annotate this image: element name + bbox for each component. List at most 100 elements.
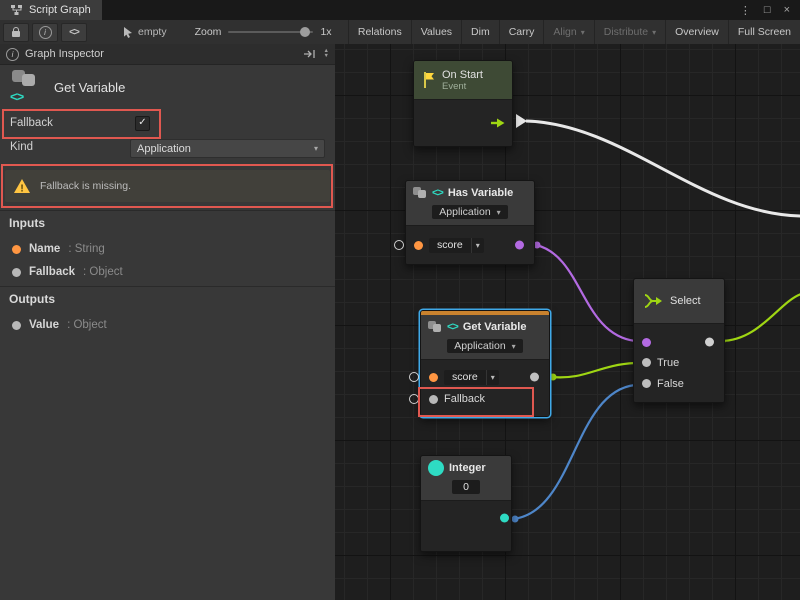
name-input-port[interactable] [429, 373, 438, 382]
string-port-icon [12, 245, 21, 254]
wire-select-output[interactable] [721, 294, 800, 341]
has-variable-kind-dropdown[interactable]: Application ▾ [432, 205, 507, 219]
node-header: On Start Event [414, 61, 512, 99]
graph-canvas[interactable]: On Start Event <> Has Variable [335, 44, 800, 600]
node-has-variable[interactable]: <> Has Variable Application ▾ score ▾ [405, 180, 535, 265]
unconnected-port-ring[interactable] [394, 240, 404, 250]
overview-button[interactable]: Overview [665, 20, 728, 44]
node-get-variable[interactable]: <> Get Variable Application ▾ score ▾ [420, 310, 550, 417]
fallback-port-row: Fallback [429, 388, 541, 410]
variable-icon [428, 321, 442, 334]
maximize-icon[interactable]: □ [764, 4, 771, 16]
node-body [421, 500, 511, 551]
variable-icon: <> [10, 70, 44, 104]
title-bar: Script Graph ⋮ □ × [0, 0, 800, 20]
warning-text: Fallback is missing. [40, 180, 131, 192]
node-integer[interactable]: Integer 0 [420, 455, 512, 552]
chevron-down-icon: ▾ [314, 144, 318, 153]
fallback-input-port[interactable] [429, 395, 438, 404]
unconnected-port-ring[interactable] [409, 394, 419, 404]
variable-name-dropdown[interactable]: score ▾ [429, 238, 484, 253]
zoom-slider-thumb[interactable] [300, 27, 310, 37]
variable-name-dropdown[interactable]: score ▾ [444, 370, 499, 385]
warning-box: ! Fallback is missing. [5, 170, 330, 202]
fallback-toggle-row: Fallback ✓ [0, 114, 335, 134]
zoom-control: Zoom 1x [195, 26, 332, 38]
chevron-down-icon: ▾ [652, 28, 656, 37]
select-icon [643, 293, 663, 309]
dock-icon[interactable] [303, 49, 316, 59]
condition-input-port[interactable] [642, 338, 651, 347]
output-port-row: Value : Object [0, 316, 335, 334]
name-input-port[interactable] [414, 241, 423, 250]
chevron-down-icon: ▾ [581, 28, 585, 37]
node-header: <> Has Variable [406, 181, 534, 205]
wires-layer [335, 44, 800, 600]
inspector-toggle-button[interactable]: i [32, 23, 58, 42]
object-port-icon [12, 268, 21, 277]
unit-title: Get Variable [54, 80, 125, 95]
wire-onstart-exec[interactable] [526, 121, 800, 216]
cursor-icon [123, 26, 133, 38]
selected-unit-header: <> Get Variable [10, 70, 125, 104]
chevron-down-icon: ▾ [497, 208, 501, 217]
integer-value-input[interactable]: 0 [452, 480, 480, 494]
warning-icon: ! [13, 178, 31, 194]
angle-brackets-icon: <> [447, 321, 458, 333]
full-screen-button[interactable]: Full Screen [728, 20, 800, 44]
lock-button[interactable] [3, 23, 29, 42]
check-icon: ✓ [138, 117, 146, 128]
close-icon[interactable]: × [784, 4, 790, 16]
info-icon: i [6, 48, 19, 61]
integer-output-port[interactable] [500, 514, 509, 523]
graph-toolbar: i <> empty Zoom 1x Relations Values Dim … [0, 20, 800, 45]
wire-getvariable-to-select-true[interactable] [551, 363, 635, 377]
wire-hasvariable-to-select-condition[interactable] [536, 245, 635, 341]
angle-brackets-icon: <> [10, 89, 23, 104]
node-body: score ▾ [406, 225, 534, 264]
values-button[interactable]: Values [411, 20, 461, 44]
scroll-down-icon[interactable]: ▼ [324, 54, 329, 59]
integer-icon [428, 460, 444, 476]
relations-button[interactable]: Relations [348, 20, 411, 44]
code-view-button[interactable]: <> [61, 23, 87, 42]
outputs-header: Outputs [9, 292, 55, 306]
zoom-slider[interactable] [228, 31, 313, 33]
info-icon: i [39, 26, 52, 39]
script-graph-tab[interactable]: Script Graph [0, 0, 102, 20]
kind-label: Kind [10, 141, 33, 153]
selection-output-port[interactable] [705, 338, 714, 347]
true-input-port[interactable] [642, 358, 651, 367]
align-dropdown-button[interactable]: Align▾ [543, 20, 593, 44]
inspector-header: i Graph Inspector ▲ ▼ [0, 44, 335, 65]
node-body [414, 99, 512, 146]
exec-output-port[interactable] [490, 117, 506, 129]
value-output-port[interactable] [530, 373, 539, 382]
unconnected-port-ring[interactable] [409, 372, 419, 382]
carry-button[interactable]: Carry [499, 20, 544, 44]
node-select[interactable]: Select True False [633, 278, 725, 403]
graph-tab-icon [11, 4, 23, 16]
get-variable-kind-dropdown[interactable]: Application ▾ [447, 339, 522, 353]
node-on-start[interactable]: On Start Event [413, 60, 513, 147]
false-input-port[interactable] [642, 379, 651, 388]
node-body: True False [634, 323, 724, 402]
graph-inspector-panel: i Graph Inspector ▲ ▼ <> Get Variable Fa… [0, 44, 336, 600]
object-port-icon [12, 321, 21, 330]
fallback-checkbox[interactable]: ✓ [135, 116, 150, 131]
scroll-arrows[interactable]: ▲ ▼ [324, 49, 329, 59]
zoom-value: 1x [320, 26, 331, 38]
distribute-dropdown-button[interactable]: Distribute▾ [594, 20, 665, 44]
window-menu-icon[interactable]: ⋮ [740, 4, 751, 17]
node-body: score ▾ Fallback [421, 359, 549, 416]
input-port-row: Name : String [0, 240, 335, 258]
inputs-header: Inputs [9, 216, 45, 230]
kind-dropdown[interactable]: Application ▾ [130, 139, 325, 158]
inspector-title: Graph Inspector [25, 48, 104, 60]
wire-knob [512, 516, 519, 523]
dim-button[interactable]: Dim [461, 20, 499, 44]
result-output-port[interactable] [515, 241, 524, 250]
chevron-down-icon: ▾ [512, 342, 516, 351]
chevron-down-icon: ▾ [486, 370, 499, 385]
exec-connection-arrow[interactable] [516, 114, 527, 128]
